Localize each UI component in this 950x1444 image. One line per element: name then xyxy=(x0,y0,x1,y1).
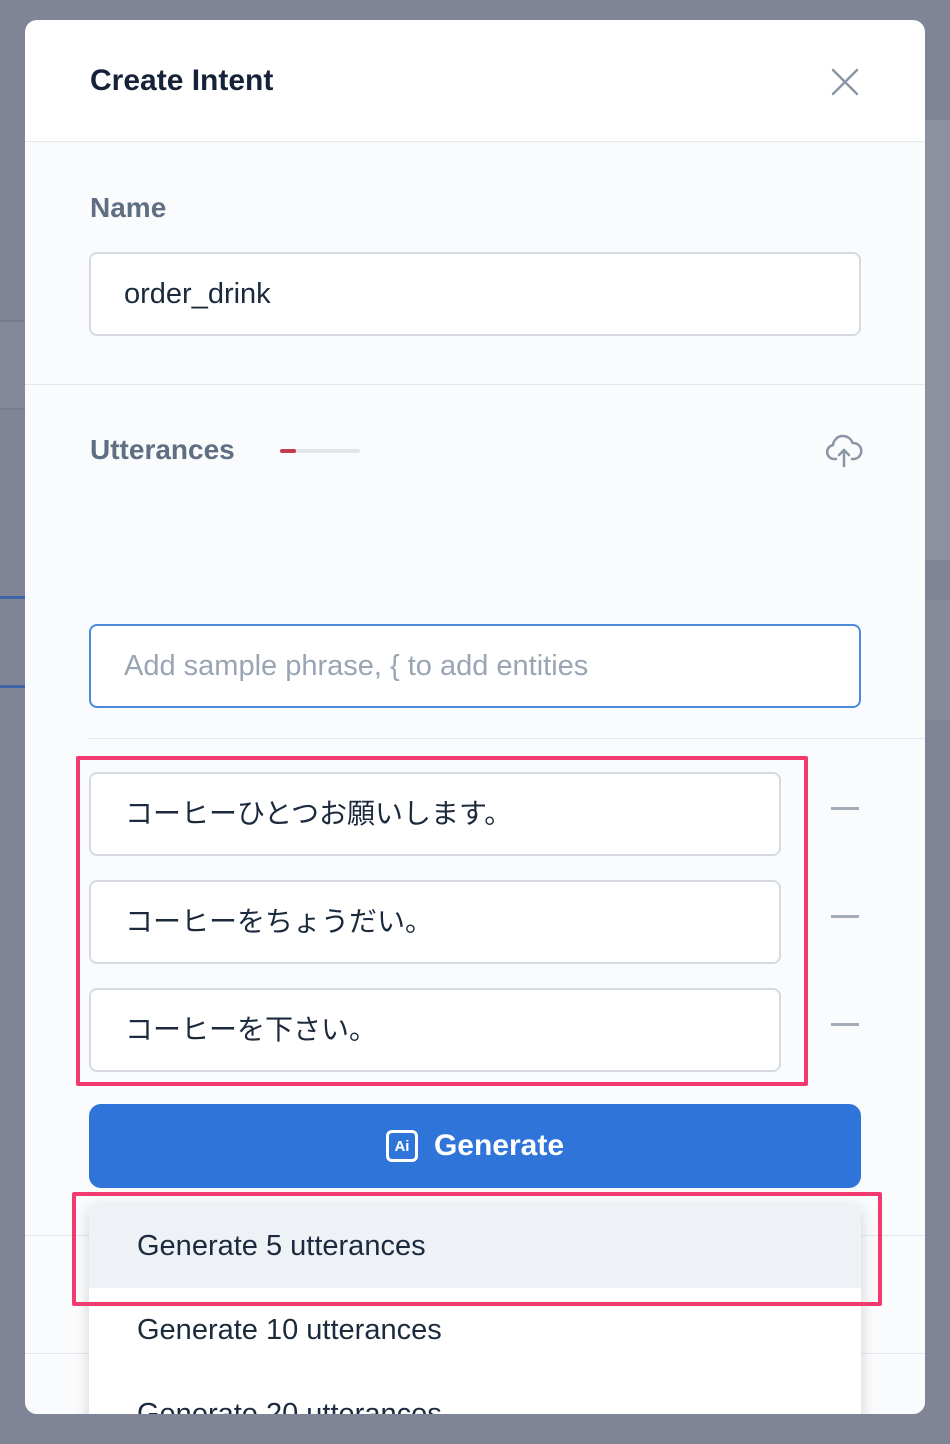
generate-20-option[interactable]: Generate 20 utterances xyxy=(89,1372,861,1414)
background-panel xyxy=(924,120,950,560)
generate-button[interactable]: Ai Generate xyxy=(89,1104,861,1188)
ai-icon: Ai xyxy=(385,1130,418,1162)
name-section: Name order_drink xyxy=(25,142,925,385)
generate-10-option[interactable]: Generate 10 utterances xyxy=(89,1288,861,1372)
background-tab xyxy=(0,596,26,688)
divider xyxy=(89,738,925,739)
utterance-item[interactable]: コーヒーを下さい。 xyxy=(89,988,781,1072)
utterance-progress-fill xyxy=(280,449,296,453)
utterances-label: Utterances xyxy=(90,434,235,465)
remove-utterance-button[interactable] xyxy=(831,915,859,918)
generate-label: Generate xyxy=(433,1129,565,1162)
background-panel xyxy=(924,600,950,720)
close-icon[interactable] xyxy=(825,62,865,102)
remove-utterance-button[interactable] xyxy=(831,1023,859,1026)
create-intent-modal: Create Intent Name order_drink Utterance… xyxy=(25,20,925,1414)
utterance-item[interactable]: コーヒーをちょうだい。 xyxy=(89,880,781,964)
generate-5-option[interactable]: Generate 5 utterances xyxy=(89,1204,861,1288)
remove-utterance-button[interactable] xyxy=(831,807,859,810)
modal-header: Create Intent xyxy=(25,20,925,142)
modal-title: Create Intent xyxy=(90,64,274,97)
upload-icon[interactable] xyxy=(825,432,863,470)
add-utterance-input[interactable] xyxy=(89,624,861,708)
modal-body: Name order_drink Utterances コーヒーひとつお願いしま… xyxy=(25,142,925,1414)
name-label: Name xyxy=(90,192,167,223)
background-panel xyxy=(0,320,26,410)
utterance-progress-bar xyxy=(280,449,360,453)
utterance-item[interactable]: コーヒーひとつお願いします。 xyxy=(89,772,781,856)
name-input[interactable]: order_drink xyxy=(89,252,861,336)
generate-dropdown-menu: Generate 5 utterances Generate 10 uttera… xyxy=(89,1204,861,1414)
